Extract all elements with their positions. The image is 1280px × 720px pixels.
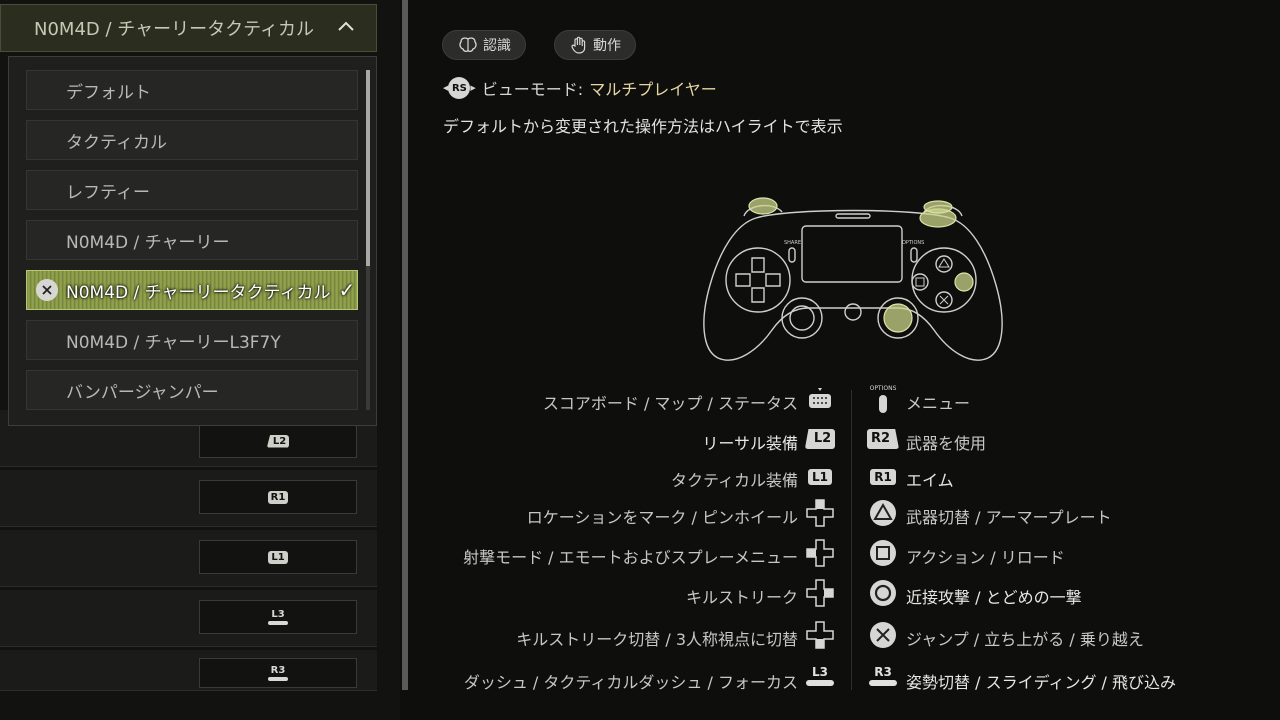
binding-button[interactable]: L3: [199, 600, 357, 634]
view-mode-label: ビューモード:: [481, 80, 584, 99]
view-mode-value: マルチプレイヤー: [589, 80, 717, 99]
l1-icon: L1: [806, 463, 834, 491]
mapping-label: ジャンプ / 立ち上がる / 乗り越え: [906, 630, 1144, 649]
r2-icon: R2: [866, 425, 900, 453]
l2-icon: L2: [804, 425, 836, 453]
square-icon: [869, 539, 897, 567]
mapping-label: キルストリーク: [685, 588, 798, 607]
preset-option[interactable]: N0M4D / チャーリーL3F7Y: [26, 320, 358, 360]
preset-dropdown-header[interactable]: N0M4D / チャーリータクティカル: [0, 4, 377, 52]
r3-icon: R3: [869, 662, 897, 690]
tab-perception[interactable]: 認識: [442, 30, 526, 60]
preset-option[interactable]: デフォルト: [26, 70, 358, 110]
circle-icon: [869, 579, 897, 607]
brain-icon: [459, 37, 477, 53]
dpad-up-icon: [806, 499, 834, 527]
preset-option-label: バンパージャンパー: [66, 382, 219, 403]
binding-button[interactable]: L1: [199, 540, 357, 574]
mapping-label: 射撃モード / エモートおよびスプレーメニュー: [463, 548, 798, 567]
preset-option-label: レフティー: [66, 182, 150, 203]
mapping-label: スコアボード / マップ / ステータス: [542, 394, 798, 413]
triangle-icon: [869, 499, 897, 527]
r1-icon: R1: [267, 490, 289, 504]
mapping-label: 武器を使用: [906, 434, 987, 453]
mapping-divider: [851, 390, 852, 690]
mapping-label: メニュー: [906, 394, 971, 413]
chevron-up-icon: [338, 21, 354, 31]
binding-row[interactable]: L3: [0, 590, 377, 647]
r1-icon: R1: [869, 463, 897, 491]
preset-option-label: N0M4D / チャーリー: [66, 232, 230, 253]
hand-icon: [571, 36, 586, 54]
binding-row[interactable]: L1: [0, 530, 377, 587]
binding-button[interactable]: R1: [199, 480, 357, 514]
preset-option[interactable]: バンパージャンパー: [26, 370, 358, 410]
r3-icon: R3: [268, 665, 288, 681]
l2-icon: L2: [266, 434, 290, 448]
preset-option-label: タクティカル: [66, 132, 167, 153]
l3-icon: L3: [268, 609, 288, 625]
l1-icon: L1: [268, 550, 288, 564]
preset-option-label: N0M4D / チャーリーL3F7Y: [66, 332, 281, 353]
touchpad-icon: [806, 386, 834, 414]
binding-button[interactable]: L2: [199, 424, 357, 458]
mapping-label: タクティカル装備: [670, 471, 798, 490]
controller-diagram: SHARE OPTIONS: [703, 197, 1003, 361]
mapping-label: 姿勢切替 / スライディング / 飛び込み: [906, 673, 1177, 692]
cross-button-icon: [36, 279, 58, 301]
mapping-label: キルストリーク切替 / 3人称視点に切替: [516, 630, 798, 649]
rs-button-icon: ◀ RS ▶: [443, 77, 476, 99]
view-mode-toggle[interactable]: ◀ RS ▶ ビューモード: マルチプレイヤー: [443, 76, 717, 100]
tab-motion[interactable]: 動作: [554, 30, 636, 60]
preset-option[interactable]: N0M4D / チャーリー: [26, 220, 358, 260]
preset-option-selected[interactable]: N0M4D / チャーリータクティカル ✓: [26, 270, 358, 310]
preset-dropdown-list: デフォルト タクティカル レフティー N0M4D / チャーリー N0M4D /…: [8, 56, 377, 426]
mapping-label: ダッシュ / タクティカルダッシュ / フォーカス: [463, 673, 798, 692]
binding-row[interactable]: R3: [0, 650, 377, 691]
mapping-label: アクション / リロード: [906, 548, 1065, 567]
dpad-left-icon: [806, 539, 834, 567]
panel-scrollbar[interactable]: [402, 0, 408, 690]
mapping-label: リーサル装備: [702, 434, 798, 453]
tab-perception-label: 認識: [483, 38, 511, 54]
dpad-right-icon: [806, 579, 834, 607]
l3-icon: L3: [806, 662, 834, 690]
checkmark-icon: ✓: [338, 278, 356, 302]
preset-option-label: デフォルト: [66, 82, 151, 103]
controller-share-label: SHARE: [784, 240, 801, 246]
cross-icon: [869, 621, 897, 649]
mapping-label: 近接攻撃 / とどめの一撃: [906, 588, 1082, 607]
preset-option[interactable]: レフティー: [26, 170, 358, 210]
preset-option-label: N0M4D / チャーリータクティカル: [66, 282, 331, 303]
options-icon: OPTIONS: [869, 384, 897, 414]
mapping-label: 武器切替 / アーマープレート: [906, 508, 1112, 527]
mapping-label: エイム: [906, 471, 954, 490]
control-preset-panel: L2 R1 L1 L3 R3 N0M4D / チャーリータクティカル デフォルト…: [0, 0, 400, 720]
binding-button[interactable]: R3: [199, 658, 357, 688]
preset-option[interactable]: タクティカル: [26, 120, 358, 160]
mapping-label: ロケーションをマーク / ピンホイール: [526, 508, 798, 527]
tab-motion-label: 動作: [593, 38, 621, 54]
binding-row[interactable]: R1: [0, 470, 377, 527]
controller-options-label: OPTIONS: [902, 240, 924, 246]
dpad-down-icon: [806, 621, 834, 649]
highlight-note: デフォルトから変更された操作方法はハイライトで表示: [443, 117, 843, 136]
dropdown-scrollbar-thumb[interactable]: [366, 70, 370, 266]
preset-dropdown-value: N0M4D / チャーリータクティカル: [34, 19, 315, 40]
